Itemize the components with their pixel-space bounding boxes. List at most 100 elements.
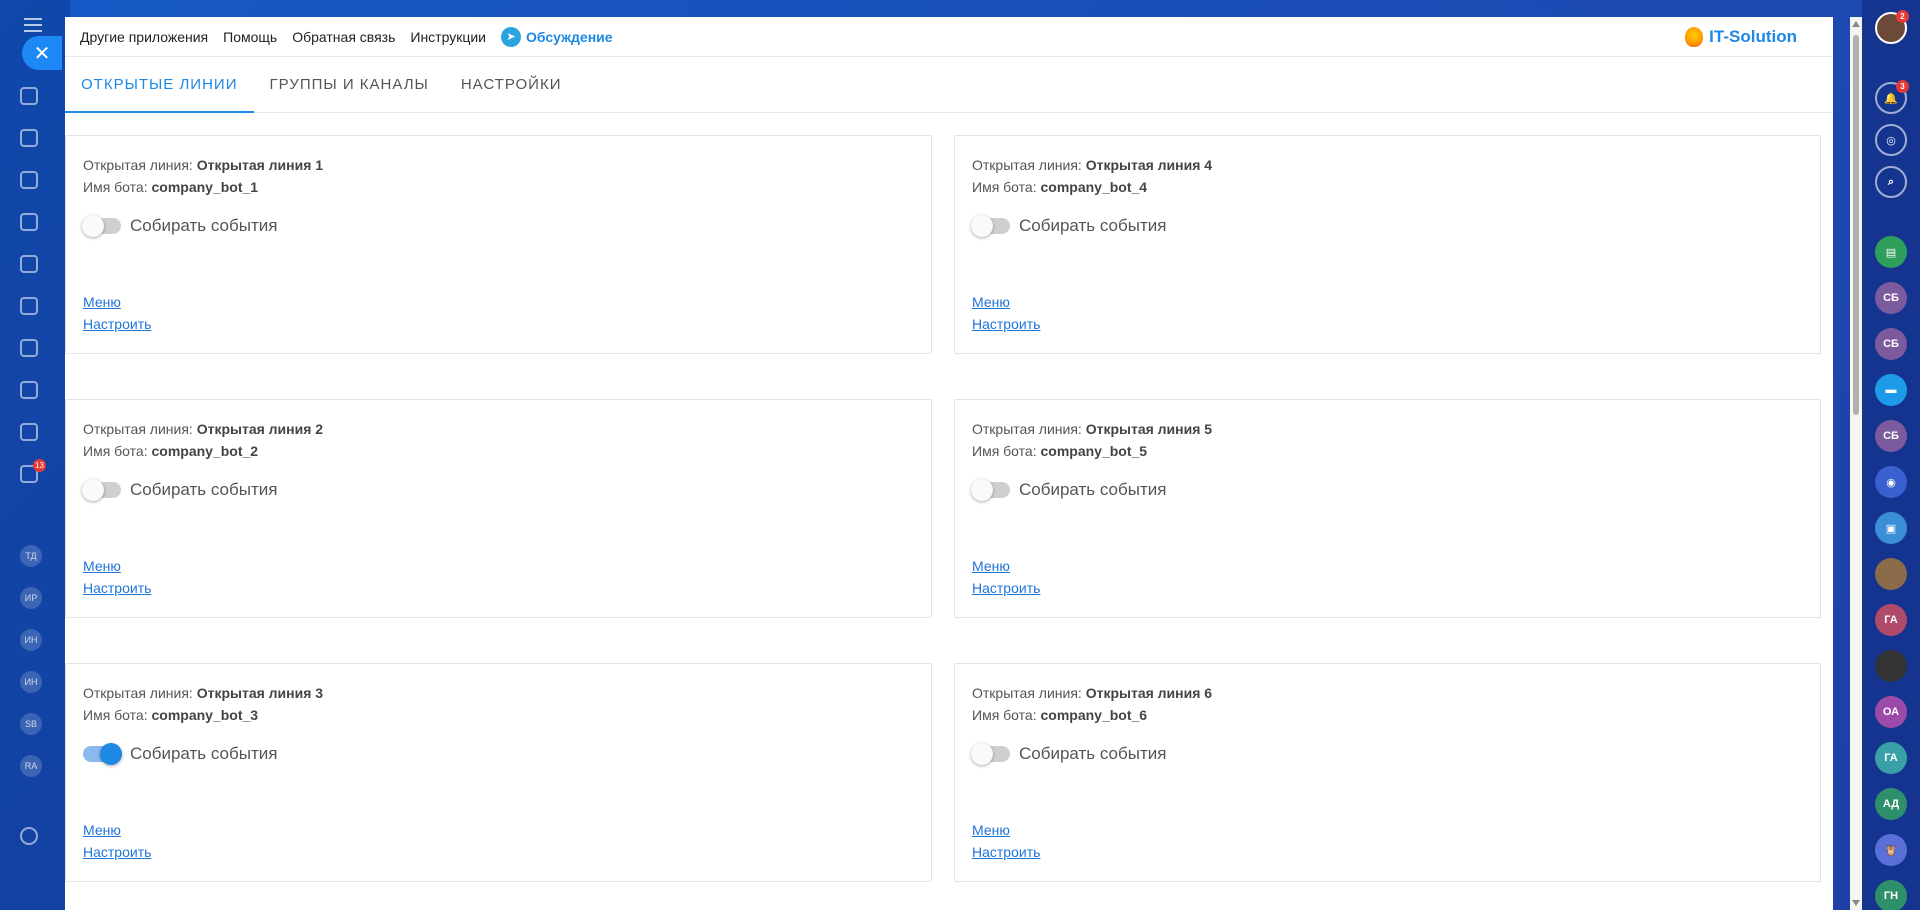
right-avatar[interactable]: ОА: [1875, 696, 1907, 728]
collect-events-label: Собирать события: [1019, 216, 1167, 235]
group-icon[interactable]: ▣: [1875, 512, 1907, 544]
open-line-name: Открытая линия 6: [1085, 685, 1213, 701]
open-line-card: Открытая линия: Открытая линия 2 Имя бот…: [65, 399, 932, 618]
it-solution-logo-icon: [1685, 27, 1704, 47]
collect-events-toggle-row: Собирать события: [83, 743, 914, 765]
collect-events-label: Собирать события: [130, 744, 278, 763]
open-line-card: Открытая линия: Открытая линия 5 Имя бот…: [954, 399, 1821, 618]
instructions-link[interactable]: Инструкции: [410, 29, 486, 45]
open-line-row: Открытая линия: Открытая линия 1: [83, 157, 324, 173]
menu-link[interactable]: Меню: [83, 819, 151, 841]
bot-name: company_bot_5: [1040, 443, 1148, 459]
bg-avatar: ИН: [20, 626, 70, 654]
menu-link[interactable]: Меню: [83, 555, 151, 577]
right-avatar[interactable]: СБ: [1875, 328, 1907, 360]
right-avatar[interactable]: СБ: [1875, 420, 1907, 452]
bg-nav-item: [20, 124, 70, 152]
open-line-name: Открытая линия 4: [1085, 157, 1213, 173]
bg-nav-item: [20, 418, 70, 446]
right-sidebar: 2 🔔 3 ◎ ⌕ ▤ СБ СБ ▬ СБ ◉ ▣ ГА ОА ГА АД 🦉…: [1862, 0, 1920, 910]
collect-events-switch[interactable]: [971, 743, 1010, 765]
collect-events-label: Собирать события: [130, 216, 278, 235]
open-line-name: Открытая линия 1: [196, 157, 324, 173]
right-avatar[interactable]: СБ: [1875, 282, 1907, 314]
menu-link[interactable]: Меню: [972, 819, 1040, 841]
bot-name-row: Имя бота: company_bot_4: [972, 179, 1148, 195]
tab-open-lines[interactable]: ОТКРЫТЫЕ ЛИНИИ: [65, 57, 254, 113]
tasks-badge: 13: [33, 459, 46, 472]
bot-name: company_bot_3: [151, 707, 259, 723]
menu-icon[interactable]: [24, 18, 42, 32]
tab-groups-channels[interactable]: ГРУППЫ И КАНАЛЫ: [254, 57, 445, 112]
bg-avatar: ТД: [20, 542, 70, 570]
collect-events-switch[interactable]: [971, 215, 1010, 237]
bot-name-row: Имя бота: company_bot_2: [83, 443, 259, 459]
chat-search-icon[interactable]: ⌕: [1875, 166, 1907, 198]
right-avatar-photo[interactable]: [1875, 650, 1907, 682]
scrollbar-thumb[interactable]: [1853, 35, 1859, 415]
collect-events-toggle-row: Собирать события: [971, 743, 1803, 765]
bg-nav-item: [20, 208, 70, 236]
scroll-down-arrow[interactable]: [1852, 900, 1860, 906]
open-line-name: Открытая линия 2: [196, 421, 324, 437]
collect-events-switch[interactable]: [82, 479, 121, 501]
notifications-badge: 3: [1896, 80, 1909, 93]
menu-link[interactable]: Меню: [972, 555, 1040, 577]
right-avatar[interactable]: ГА: [1875, 604, 1907, 636]
bg-nav-item: [20, 292, 70, 320]
bot-name-row: Имя бота: company_bot_6: [972, 707, 1148, 723]
background-left-sidebar: 13 ТД ИР ИН ИН SB RA: [0, 0, 70, 910]
scroll-up-arrow[interactable]: [1852, 21, 1860, 27]
feedback-link[interactable]: Обратная связь: [292, 29, 395, 45]
other-apps-link[interactable]: Другие приложения: [80, 29, 208, 45]
right-avatar[interactable]: ГН: [1875, 880, 1907, 910]
collect-events-switch[interactable]: [971, 479, 1010, 501]
collect-events-switch[interactable]: [83, 743, 122, 765]
owl-icon[interactable]: 🦉: [1875, 834, 1907, 866]
close-slider-button[interactable]: ✕: [22, 36, 62, 70]
configure-link[interactable]: Настроить: [972, 841, 1040, 863]
brand-name: IT-Solution: [1709, 27, 1797, 46]
bot-name: company_bot_1: [151, 179, 259, 195]
copilot-icon[interactable]: ◎: [1875, 124, 1907, 156]
menu-link[interactable]: Меню: [83, 291, 151, 313]
right-avatar-photo[interactable]: [1875, 558, 1907, 590]
bg-avatar: ИН: [20, 668, 70, 696]
open-line-card: Открытая линия: Открытая линия 3 Имя бот…: [65, 663, 932, 882]
bot-name: company_bot_6: [1040, 707, 1148, 723]
configure-link[interactable]: Настроить: [83, 313, 151, 335]
notifications-bell-icon[interactable]: 🔔 3: [1875, 80, 1909, 114]
open-line-name: Открытая линия 5: [1085, 421, 1213, 437]
open-line-card: Открытая линия: Открытая линия 1 Имя бот…: [65, 135, 932, 354]
panel-scrollbar[interactable]: [1850, 17, 1862, 910]
configure-link[interactable]: Настроить: [83, 841, 151, 863]
contact-card-icon[interactable]: ▤: [1875, 236, 1907, 268]
collect-events-toggle-row: Собирать события: [82, 215, 914, 237]
right-avatar[interactable]: ГА: [1875, 742, 1907, 774]
bot-name-row: Имя бота: company_bot_1: [83, 179, 259, 195]
help-link[interactable]: Помощь: [223, 29, 277, 45]
chat-bubble-icon[interactable]: ▬: [1875, 374, 1907, 406]
open-line-name: Открытая линия 3: [196, 685, 324, 701]
collect-events-switch[interactable]: [82, 215, 121, 237]
right-avatar[interactable]: АД: [1875, 788, 1907, 820]
bot-name: company_bot_2: [151, 443, 259, 459]
configure-link[interactable]: Настроить: [83, 577, 151, 599]
brand-logo[interactable]: IT-Solution: [1685, 27, 1797, 47]
user-avatar[interactable]: 2: [1875, 10, 1909, 44]
app-topbar: Другие приложения Помощь Обратная связь …: [65, 17, 1833, 57]
bg-nav-item-tasks: 13: [20, 459, 70, 488]
collect-events-toggle-row: Собирать события: [82, 479, 914, 501]
configure-link[interactable]: Настроить: [972, 577, 1040, 599]
open-line-row: Открытая линия: Открытая линия 6: [972, 685, 1213, 701]
configure-link[interactable]: Настроить: [972, 313, 1040, 335]
tab-settings[interactable]: НАСТРОЙКИ: [445, 57, 578, 112]
collect-events-toggle-row: Собирать события: [971, 479, 1803, 501]
app-slider-panel: Другие приложения Помощь Обратная связь …: [65, 17, 1833, 910]
bg-avatar: ИР: [20, 584, 70, 612]
telegram-discussion-link[interactable]: ➤ Обсуждение: [501, 26, 613, 47]
bot-name: company_bot_4: [1040, 179, 1148, 195]
openline-icon[interactable]: ◉: [1875, 466, 1907, 498]
menu-link[interactable]: Меню: [972, 291, 1040, 313]
open-line-row: Открытая линия: Открытая линия 5: [972, 421, 1213, 437]
